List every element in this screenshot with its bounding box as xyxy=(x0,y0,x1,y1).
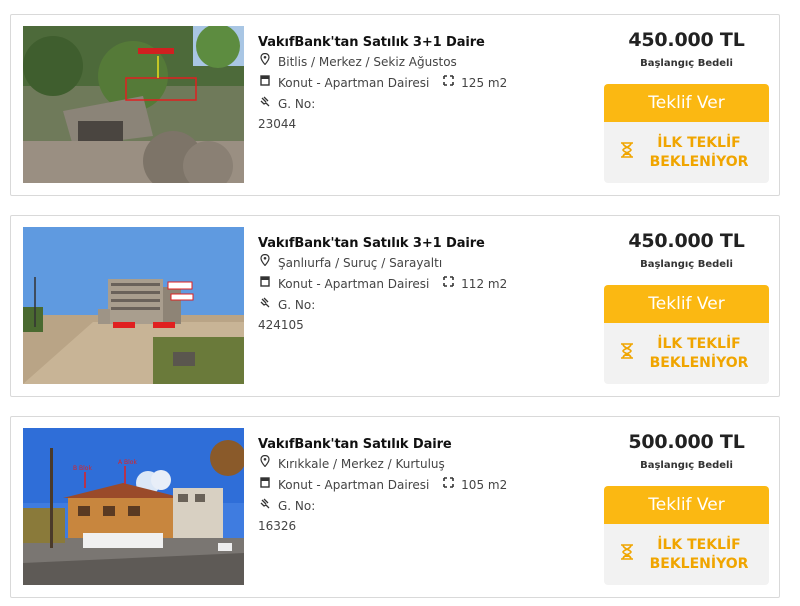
gno-label: G. No: xyxy=(278,499,316,513)
gno-value: 424105 xyxy=(258,318,304,332)
make-offer-button[interactable]: Teklif Ver xyxy=(604,84,769,122)
area-expand-icon xyxy=(441,274,455,294)
property-photo-2 xyxy=(23,227,244,384)
map-pin-icon xyxy=(258,454,272,474)
status-line-1: İLK TEKLİF xyxy=(657,536,741,553)
gno-label: G. No: xyxy=(278,298,316,312)
property-photo-1 xyxy=(23,26,244,183)
hourglass-icon xyxy=(610,343,644,364)
gno-label: G. No: xyxy=(278,97,316,111)
status-line-2: BEKLENİYOR xyxy=(649,555,749,572)
property-type: Konut - Apartman Dairesi xyxy=(278,478,430,492)
map-pin-icon xyxy=(258,52,272,72)
listing-info: VakıfBank'tan Satılık 3+1 Daire Şanlıurf… xyxy=(258,236,578,335)
area-expand-icon xyxy=(441,73,455,93)
listing-details: Konut - Apartman Dairesi 112 m2 G. No: 4… xyxy=(258,273,578,335)
starting-price: 450.000 TL xyxy=(628,29,745,51)
listing-info: VakıfBank'tan Satılık Daire Kırıkkale / … xyxy=(258,437,578,536)
status-line-2: BEKLENİYOR xyxy=(649,153,749,170)
listing-title[interactable]: VakıfBank'tan Satılık Daire xyxy=(258,437,578,452)
offer-status: İLK TEKLİF BEKLENİYOR xyxy=(604,524,769,585)
hourglass-icon xyxy=(610,544,644,565)
listing-photo[interactable] xyxy=(23,227,244,384)
listing-info: VakıfBank'tan Satılık 3+1 Daire Bitlis /… xyxy=(258,35,578,134)
property-type: Konut - Apartman Dairesi xyxy=(278,277,430,291)
listing-card[interactable]: VakıfBank'tan Satılık 3+1 Daire Şanlıurf… xyxy=(10,215,780,397)
hand-icon xyxy=(258,94,272,114)
starting-price-label: Başlangıç Bedeli xyxy=(640,460,733,471)
status-line-1: İLK TEKLİF xyxy=(657,335,741,352)
svg-text:A Blok: A Blok xyxy=(118,459,137,466)
starting-price-label: Başlangıç Bedeli xyxy=(640,58,733,69)
starting-price: 450.000 TL xyxy=(628,230,745,252)
map-pin-icon xyxy=(258,253,272,273)
property-photo-3: B Blok A Blok xyxy=(23,428,244,585)
property-area: 105 m2 xyxy=(461,478,508,492)
listing-location: Kırıkkale / Merkez / Kurtuluş xyxy=(258,454,578,474)
building-icon xyxy=(258,274,272,294)
listing-card[interactable]: VakıfBank'tan Satılık 3+1 Daire Bitlis /… xyxy=(10,14,780,196)
property-area: 125 m2 xyxy=(461,76,508,90)
starting-price-label: Başlangıç Bedeli xyxy=(640,259,733,270)
make-offer-button[interactable]: Teklif Ver xyxy=(604,285,769,323)
price-box: 450.000 TL Başlangıç Bedeli xyxy=(604,230,769,270)
status-line-1: İLK TEKLİF xyxy=(657,134,741,151)
listing-card[interactable]: B Blok A Blok VakıfBank'tan Satılık Dair… xyxy=(10,416,780,598)
location-text: Bitlis / Merkez / Sekiz Ağustos xyxy=(278,55,457,69)
location-text: Şanlıurfa / Suruç / Sarayaltı xyxy=(278,256,443,270)
property-type: Konut - Apartman Dairesi xyxy=(278,76,430,90)
building-icon xyxy=(258,475,272,495)
listing-title[interactable]: VakıfBank'tan Satılık 3+1 Daire xyxy=(258,236,578,251)
hourglass-icon xyxy=(610,142,644,163)
make-offer-button[interactable]: Teklif Ver xyxy=(604,486,769,524)
hand-icon xyxy=(258,496,272,516)
listing-photo[interactable]: B Blok A Blok xyxy=(23,428,244,585)
listing-photo[interactable] xyxy=(23,26,244,183)
price-box: 450.000 TL Başlangıç Bedeli xyxy=(604,29,769,69)
status-line-2: BEKLENİYOR xyxy=(649,354,749,371)
listing-details: Konut - Apartman Dairesi 125 m2 G. No: 2… xyxy=(258,72,578,134)
property-area: 112 m2 xyxy=(461,277,508,291)
listing-location: Şanlıurfa / Suruç / Sarayaltı xyxy=(258,253,578,273)
gno-value: 23044 xyxy=(258,117,297,131)
offer-status: İLK TEKLİF BEKLENİYOR xyxy=(604,323,769,384)
starting-price: 500.000 TL xyxy=(628,431,745,453)
hand-icon xyxy=(258,295,272,315)
offer-status: İLK TEKLİF BEKLENİYOR xyxy=(604,122,769,183)
gno-value: 16326 xyxy=(258,519,297,533)
building-icon xyxy=(258,73,272,93)
svg-text:B Blok: B Blok xyxy=(73,465,92,472)
listing-location: Bitlis / Merkez / Sekiz Ağustos xyxy=(258,52,578,72)
listing-title[interactable]: VakıfBank'tan Satılık 3+1 Daire xyxy=(258,35,578,50)
location-text: Kırıkkale / Merkez / Kurtuluş xyxy=(278,457,445,471)
listing-details: Konut - Apartman Dairesi 105 m2 G. No: 1… xyxy=(258,474,578,536)
area-expand-icon xyxy=(441,475,455,495)
price-box: 500.000 TL Başlangıç Bedeli xyxy=(604,431,769,471)
